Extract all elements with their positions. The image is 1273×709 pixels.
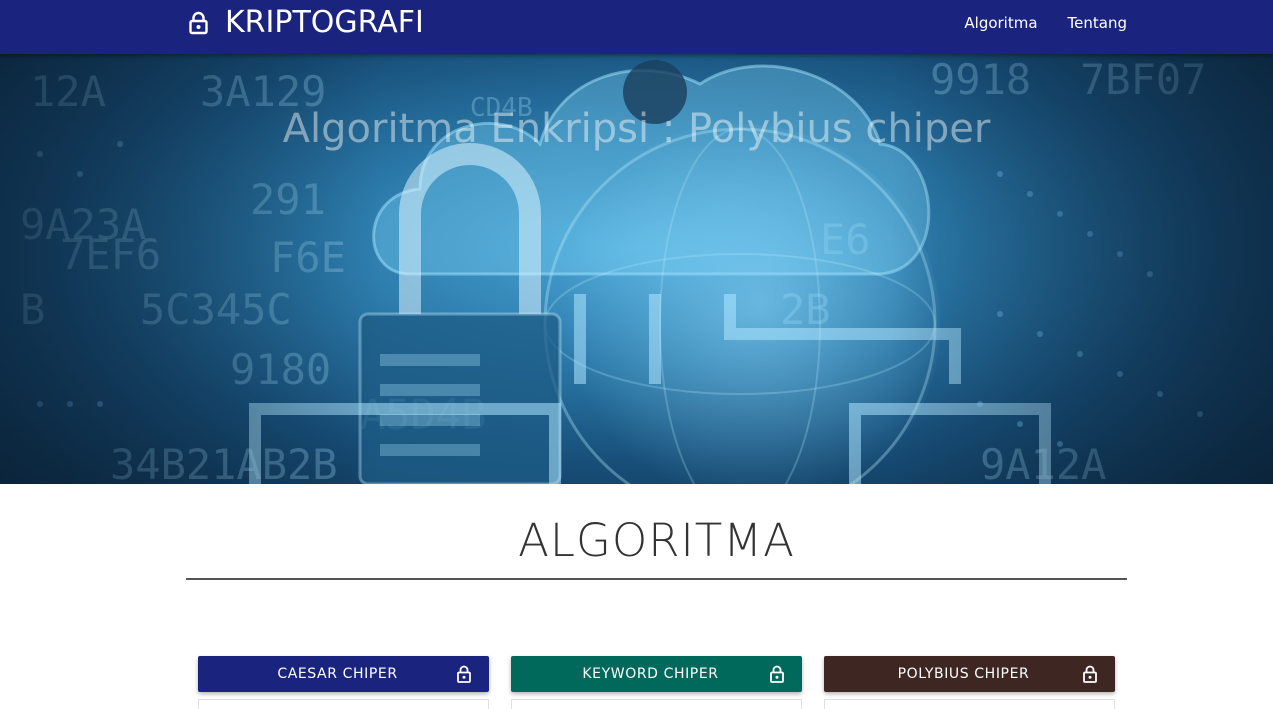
lock-icon (1083, 665, 1097, 683)
navbar: KRIPTOGRAFI Algoritma Tentang (0, 0, 1273, 54)
caesar-chiper-label: CAESAR CHIPER (277, 666, 398, 682)
polybius-chiper-card (824, 699, 1115, 709)
hero-banner: 12A 3A129 CD4B 9918 7BF07 9A23A 291 7EF6… (0, 54, 1273, 484)
polybius-chiper-label: POLYBIUS CHIPER (897, 666, 1030, 682)
hero-title: Algoritma Enkripsi : Polybius chiper (282, 106, 991, 152)
polybius-chiper-button[interactable]: POLYBIUS CHIPER (824, 656, 1115, 692)
brand-title: KRIPTOGRAFI (225, 5, 424, 40)
keyword-chiper-button[interactable]: KEYWORD CHIPER (511, 656, 802, 692)
section-title: ALGORITMA (518, 514, 795, 567)
nav-link-algoritma[interactable]: Algoritma (964, 14, 1037, 32)
keyword-chiper-card (511, 699, 802, 709)
caesar-chiper-card (198, 699, 489, 709)
section-divider (186, 578, 1127, 580)
lock-icon (770, 665, 784, 683)
brand-link[interactable]: KRIPTOGRAFI (189, 0, 424, 46)
nav-menu: Algoritma Tentang (964, 0, 1127, 46)
lock-icon (457, 665, 471, 683)
caesar-chiper-button[interactable]: CAESAR CHIPER (198, 656, 489, 692)
lock-icon (189, 11, 208, 35)
keyword-chiper-label: KEYWORD CHIPER (582, 666, 719, 682)
nav-link-tentang[interactable]: Tentang (1068, 14, 1127, 32)
